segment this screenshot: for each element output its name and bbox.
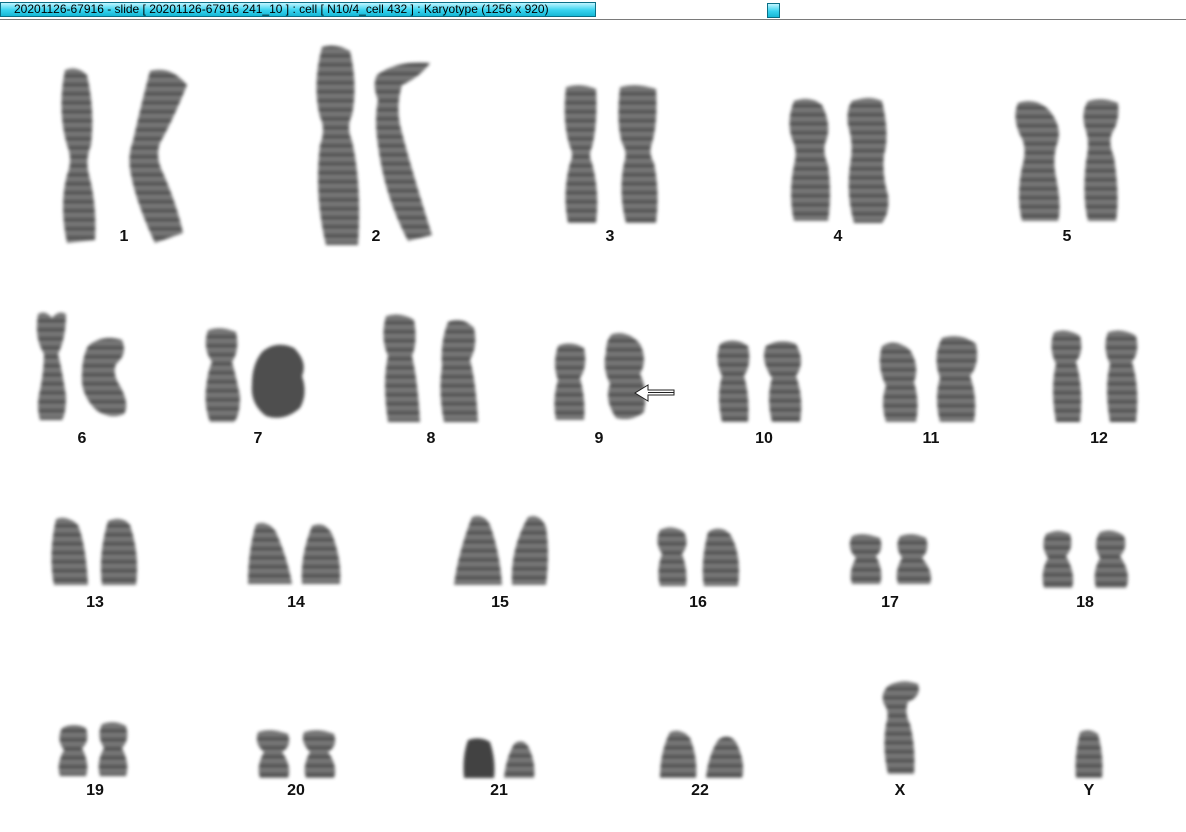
label-2: 2 [371, 228, 381, 245]
chromosome-pair-7[interactable] [200, 326, 310, 426]
label-18: 18 [1076, 594, 1094, 611]
label-21: 21 [490, 782, 508, 799]
label-15: 15 [491, 594, 509, 611]
title-bar: 20201126-67916 - slide [ 20201126-67916 … [0, 0, 1186, 20]
chromosome-11-image [879, 336, 978, 422]
chromosome-16-image [657, 527, 739, 586]
chromosome-pair-20[interactable] [252, 728, 347, 780]
karyotype-canvas: 1 2 3 4 5 6 7 8 9 10 11 12 13 14 15 16 1… [0, 20, 1186, 832]
label-5: 5 [1062, 228, 1072, 245]
chromosome-10-image [717, 340, 802, 422]
chromosome-pair-14[interactable] [244, 520, 349, 590]
chromosome-pair-15[interactable] [450, 513, 555, 588]
label-Y: Y [1083, 782, 1095, 799]
label-3: 3 [605, 228, 615, 245]
label-1: 1 [119, 228, 129, 245]
chromosome-pair-9[interactable] [548, 330, 658, 425]
scroll-thumb[interactable] [767, 3, 780, 18]
label-17: 17 [881, 594, 899, 611]
chromosome-3-image [564, 85, 658, 224]
label-9: 9 [594, 430, 604, 447]
chromosome-pair-17[interactable] [846, 532, 941, 587]
arrow-left-icon [634, 382, 676, 409]
chromosome-pair-2[interactable] [312, 45, 442, 250]
chromosome-12-image [1051, 330, 1138, 422]
label-16: 16 [689, 594, 707, 611]
label-22: 22 [691, 782, 709, 799]
chromosome-pair-21[interactable] [460, 736, 540, 781]
chromosome-20-image [256, 730, 336, 778]
chromosome-pair-16[interactable] [654, 524, 749, 589]
label-12: 12 [1090, 430, 1108, 447]
chromosome-14-image [248, 523, 341, 584]
chromosome-X[interactable] [874, 678, 929, 778]
chromosome-pair-1[interactable] [55, 65, 200, 250]
chromosome-pair-12[interactable] [1048, 328, 1153, 428]
chromosome-Y[interactable] [1070, 728, 1110, 780]
window-title[interactable]: 20201126-67916 - slide [ 20201126-67916 … [0, 2, 596, 17]
chromosome-2-image [316, 45, 432, 245]
label-8: 8 [426, 430, 436, 447]
chromosome-19-image [58, 722, 128, 776]
label-7: 7 [253, 430, 263, 447]
chromosome-pair-3[interactable] [558, 83, 668, 228]
chromosome-pair-22[interactable] [656, 728, 746, 780]
chromosome-pair-10[interactable] [712, 336, 817, 426]
chromosome-1-image [61, 68, 187, 243]
chromosome-8-image [383, 314, 478, 422]
chromosome-9-image [554, 333, 646, 420]
chromosome-15-image [454, 516, 548, 585]
chromosome-18-image [1042, 530, 1128, 588]
chromosome-7-image [205, 328, 305, 422]
chromosome-pair-11[interactable] [876, 332, 986, 427]
label-19: 19 [86, 782, 104, 799]
chromosome-5-image [1015, 99, 1119, 221]
chromosome-4-image [789, 98, 889, 223]
label-20: 20 [287, 782, 305, 799]
chromosome-pair-8[interactable] [378, 312, 488, 427]
chromosome-21-image [463, 738, 535, 778]
label-13: 13 [86, 594, 104, 611]
label-4: 4 [833, 228, 843, 245]
chromosome-pair-13[interactable] [48, 515, 143, 590]
label-11: 11 [922, 430, 940, 447]
label-6: 6 [77, 430, 87, 447]
chromosome-6-image [36, 312, 127, 420]
chromosome-17-image [849, 534, 931, 584]
chromosome-Y-image [1075, 730, 1103, 778]
chromosome-22-image [660, 730, 744, 778]
chromosome-13-image [51, 517, 138, 585]
chromosome-pair-19[interactable] [54, 720, 139, 780]
label-X: X [894, 782, 906, 799]
chromosome-pair-4[interactable] [786, 95, 896, 225]
chromosome-pair-6[interactable] [32, 310, 132, 425]
chromosome-pair-5[interactable] [1012, 97, 1127, 225]
label-14: 14 [287, 594, 305, 611]
chromosome-X-image [882, 681, 919, 774]
label-10: 10 [755, 430, 773, 447]
chromosome-pair-18[interactable] [1040, 528, 1135, 590]
